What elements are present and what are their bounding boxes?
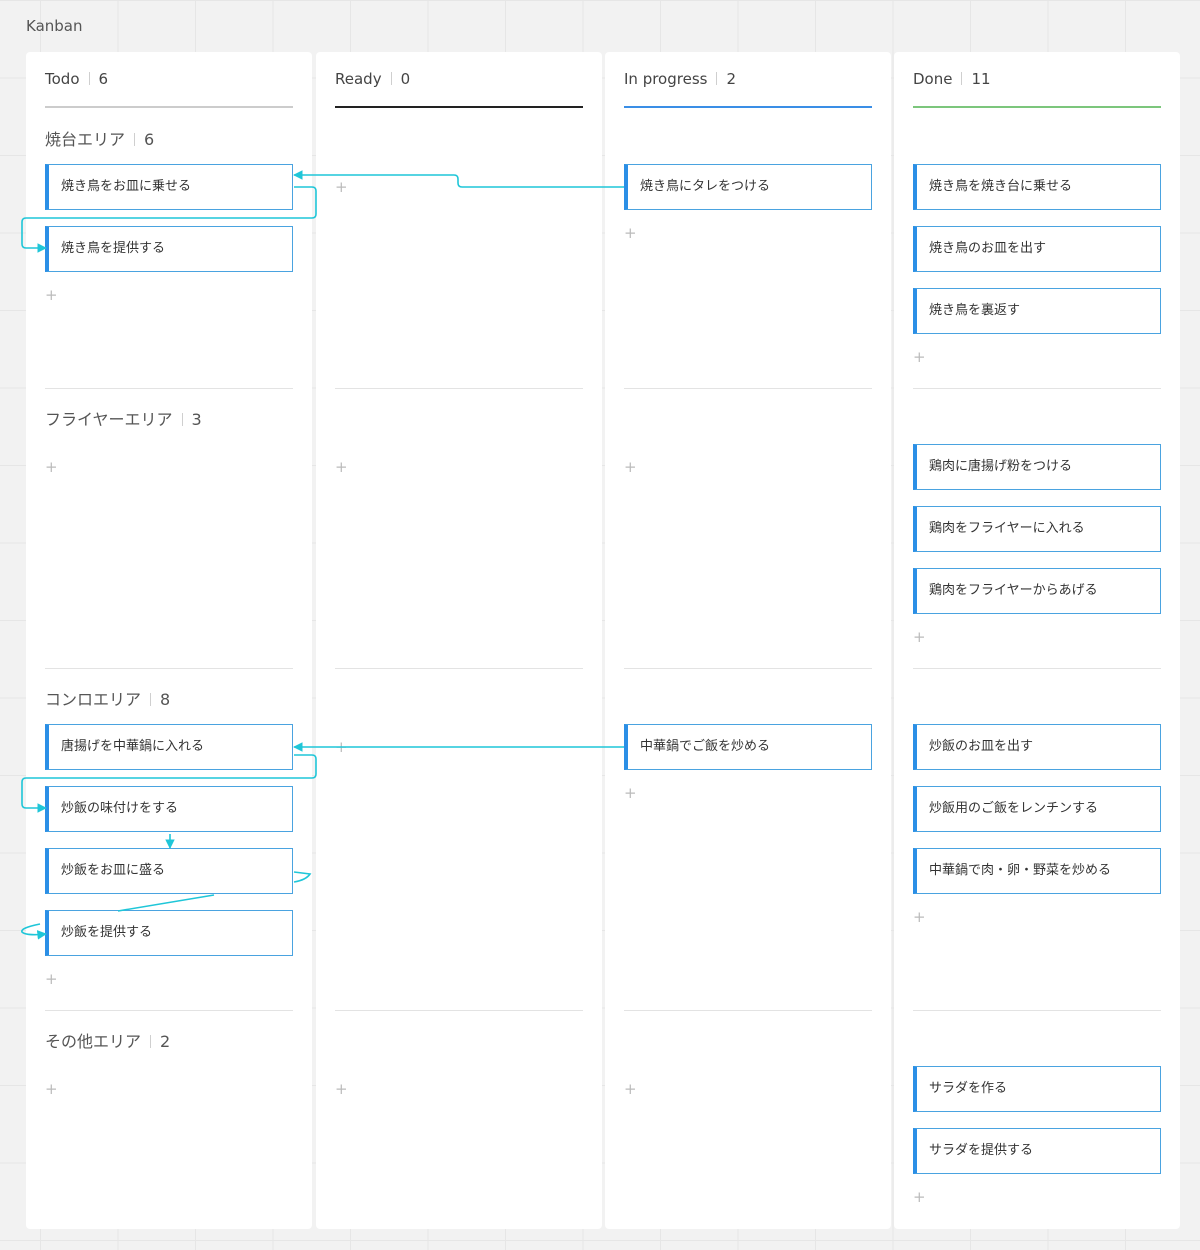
separator — [134, 133, 136, 146]
add-card-button[interactable]: + — [335, 180, 348, 195]
column-todo: Todo 6 焼台エリア 6 焼き鳥をお皿に乗せる 焼き鳥を提供する + フライヤー… — [26, 52, 312, 1229]
card[interactable]: 鶏肉に唐揚げ粉をつける — [913, 444, 1161, 490]
add-card-button[interactable]: + — [913, 910, 926, 925]
card[interactable]: 唐揚げを中華鍋に入れる — [45, 724, 293, 770]
add-card-button[interactable]: + — [335, 740, 348, 755]
lane-divider — [45, 388, 293, 389]
add-card-button[interactable]: + — [335, 460, 348, 475]
separator — [961, 72, 963, 85]
card[interactable]: 焼き鳥を裏返す — [913, 288, 1161, 334]
column-name: Ready — [335, 70, 382, 88]
card[interactable]: 中華鍋でご飯を炒める — [624, 724, 872, 770]
card[interactable]: サラダを提供する — [913, 1128, 1161, 1174]
frame-title: Kanban — [26, 17, 83, 35]
lane-label-other[interactable]: その他エリア 2 — [45, 1028, 170, 1052]
card[interactable]: 焼き鳥を提供する — [45, 226, 293, 272]
lane-divider — [913, 388, 1161, 389]
add-card-button[interactable]: + — [45, 972, 58, 987]
column-header-in-progress[interactable]: In progress 2 — [624, 70, 736, 88]
lane-name: コンロエリア — [45, 690, 142, 709]
card[interactable]: 焼き鳥にタレをつける — [624, 164, 872, 210]
lane-divider — [335, 668, 583, 669]
card[interactable]: 炒飯を提供する — [45, 910, 293, 956]
column-header-ready[interactable]: Ready 0 — [335, 70, 410, 88]
add-card-button[interactable]: + — [335, 1082, 348, 1097]
lane-name: 焼台エリア — [45, 130, 126, 149]
card[interactable]: 焼き鳥のお皿を出す — [913, 226, 1161, 272]
card[interactable]: 炒飯をお皿に盛る — [45, 848, 293, 894]
column-name: Todo — [45, 70, 80, 88]
column-name: Done — [913, 70, 953, 88]
add-card-button[interactable]: + — [624, 226, 637, 241]
add-card-button[interactable]: + — [45, 460, 58, 475]
card[interactable]: 鶏肉をフライヤーに入れる — [913, 506, 1161, 552]
separator — [150, 693, 152, 706]
column-header-done[interactable]: Done 11 — [913, 70, 991, 88]
add-card-button[interactable]: + — [913, 630, 926, 645]
card[interactable]: 中華鍋で肉・卵・野菜を炒める — [913, 848, 1161, 894]
lane-count: 6 — [144, 130, 155, 149]
add-card-button[interactable]: + — [45, 1082, 58, 1097]
separator — [181, 413, 183, 426]
lane-count: 3 — [191, 410, 202, 429]
lane-divider — [45, 668, 293, 669]
lane-count: 8 — [160, 690, 171, 709]
column-count: 0 — [400, 70, 411, 88]
lane-label-yakidai[interactable]: 焼台エリア 6 — [45, 126, 154, 150]
add-card-button[interactable]: + — [913, 1190, 926, 1205]
card[interactable]: 炒飯の味付けをする — [45, 786, 293, 832]
lane-divider — [624, 668, 872, 669]
column-underline — [335, 106, 583, 108]
card[interactable]: 鶏肉をフライヤーからあげる — [913, 568, 1161, 614]
add-card-button[interactable]: + — [624, 1082, 637, 1097]
separator — [716, 72, 718, 85]
card[interactable]: 炒飯用のご飯をレンチンする — [913, 786, 1161, 832]
lane-divider — [913, 668, 1161, 669]
lane-divider — [624, 388, 872, 389]
lane-label-konro[interactable]: コンロエリア 8 — [45, 686, 170, 710]
lane-label-fryer[interactable]: フライヤーエリア 3 — [45, 406, 202, 430]
lane-count: 2 — [160, 1032, 171, 1051]
column-ready: Ready 0 + + + + — [316, 52, 602, 1229]
column-in-progress: In progress 2 焼き鳥にタレをつける + + 中華鍋でご飯を炒める +… — [605, 52, 891, 1229]
lane-divider — [913, 1010, 1161, 1011]
lane-divider — [624, 1010, 872, 1011]
lane-divider — [335, 1010, 583, 1011]
separator — [88, 72, 90, 85]
add-card-button[interactable]: + — [624, 460, 637, 475]
column-underline — [913, 106, 1161, 108]
column-underline — [624, 106, 872, 108]
column-count: 11 — [971, 70, 991, 88]
lane-divider — [335, 388, 583, 389]
column-name: In progress — [624, 70, 708, 88]
card[interactable]: 炒飯のお皿を出す — [913, 724, 1161, 770]
lane-name: その他エリア — [45, 1032, 142, 1051]
add-card-button[interactable]: + — [913, 350, 926, 365]
lane-name: フライヤーエリア — [45, 410, 173, 429]
column-count: 2 — [726, 70, 736, 88]
lane-divider — [45, 1010, 293, 1011]
card[interactable]: 焼き鳥をお皿に乗せる — [45, 164, 293, 210]
column-underline — [45, 106, 293, 108]
add-card-button[interactable]: + — [45, 288, 58, 303]
card[interactable]: 焼き鳥を焼き台に乗せる — [913, 164, 1161, 210]
column-count: 6 — [98, 70, 109, 88]
separator — [390, 72, 392, 85]
add-card-button[interactable]: + — [624, 786, 637, 801]
column-done: Done 11 焼き鳥を焼き台に乗せる 焼き鳥のお皿を出す 焼き鳥を裏返す + 鶏… — [894, 52, 1180, 1229]
separator — [150, 1035, 152, 1048]
card[interactable]: サラダを作る — [913, 1066, 1161, 1112]
column-header-todo[interactable]: Todo 6 — [45, 70, 108, 88]
